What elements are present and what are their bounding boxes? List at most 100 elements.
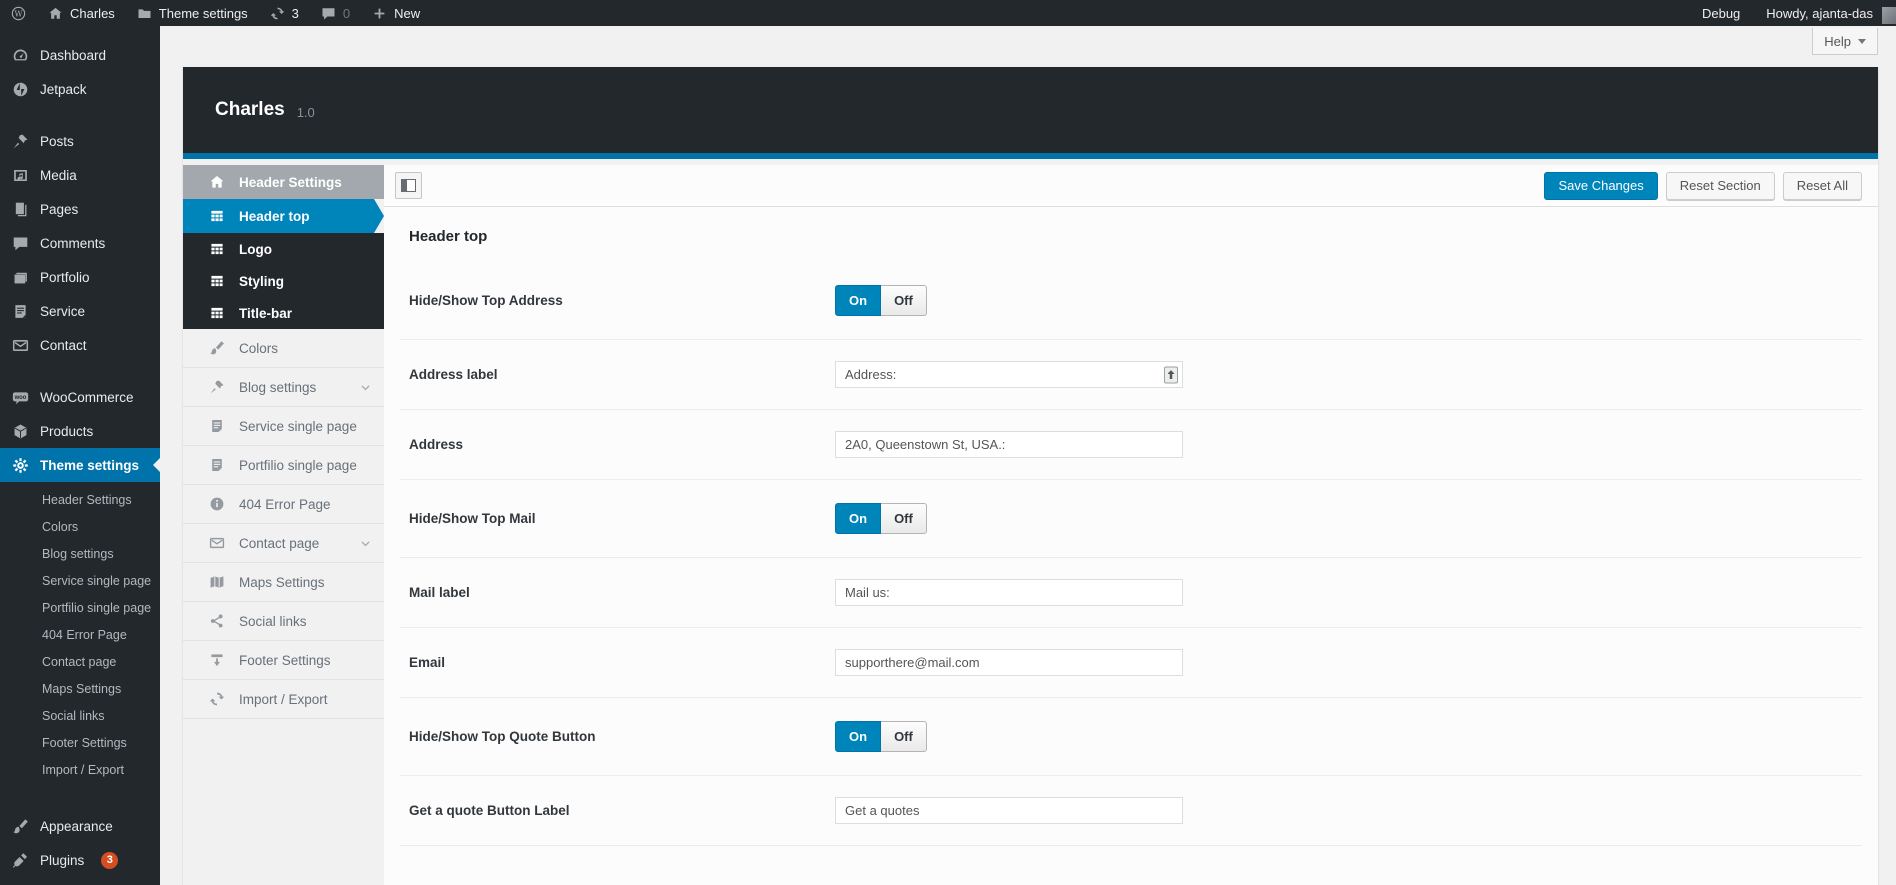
toggle-option-on[interactable]: On bbox=[835, 721, 881, 752]
service-icon bbox=[11, 303, 30, 320]
sidebar-item-contact[interactable]: Contact bbox=[0, 328, 160, 362]
input-address[interactable] bbox=[835, 431, 1183, 458]
field-label: Hide/Show Top Mail bbox=[400, 511, 835, 526]
panel-nav-item-colors[interactable]: Colors bbox=[183, 329, 384, 368]
theme-name: Charles bbox=[215, 99, 285, 121]
input-address-label[interactable] bbox=[835, 361, 1183, 388]
sidebar-submenu-item[interactable]: 404 Error Page bbox=[0, 622, 160, 649]
sidebar-item-products[interactable]: Products bbox=[0, 414, 160, 448]
sidebar-item-comments[interactable]: Comments bbox=[0, 226, 160, 260]
sidebar-submenu-item[interactable]: Colors bbox=[0, 514, 160, 541]
admin-bar-left: W Charles Theme settings 30New bbox=[0, 0, 431, 26]
update-count-badge: 3 bbox=[101, 852, 118, 869]
reset-section-button[interactable]: Reset Section bbox=[1666, 172, 1775, 200]
panel-nav-item-label: Contact page bbox=[239, 536, 319, 551]
sidebar-item-appearance[interactable]: Appearance bbox=[0, 809, 160, 843]
theme-banner: Charles 1.0 bbox=[183, 67, 1878, 159]
sidebar-item-users[interactable] bbox=[0, 877, 160, 885]
sidebar-submenu-item[interactable]: Social links bbox=[0, 703, 160, 730]
sidebar-submenu-item[interactable]: Footer Settings bbox=[0, 730, 160, 757]
field-row-address-label: Address label bbox=[400, 340, 1862, 410]
chevron-down-icon bbox=[1858, 39, 1866, 48]
input-email[interactable] bbox=[835, 649, 1183, 676]
admin-sidebar: Dashboard Jetpack PostsMediaPagesComments P… bbox=[0, 26, 160, 885]
sidebar-item-label: Contact bbox=[40, 338, 87, 353]
sidebar-submenu-item[interactable]: Contact page bbox=[0, 649, 160, 676]
sidebar-submenu-item[interactable]: Header Settings bbox=[0, 487, 160, 514]
adminbar-item-wp-logo[interactable]: W bbox=[0, 0, 37, 26]
sidebar-item-label: Portfolio bbox=[40, 270, 90, 285]
help-button-label: Help bbox=[1824, 34, 1851, 49]
panel-nav-item-styling[interactable]: Styling bbox=[183, 265, 384, 297]
sidebar-item-theme-settings[interactable]: Theme settings bbox=[0, 448, 160, 482]
sidebar-item-media[interactable]: Media bbox=[0, 158, 160, 192]
panel-nav-item-header-top[interactable]: Header top bbox=[183, 199, 384, 233]
adminbar-item-debug[interactable]: Debug bbox=[1689, 0, 1753, 26]
expand-options-button[interactable] bbox=[395, 172, 422, 199]
sidebar-item-dashboard[interactable]: Dashboard bbox=[0, 38, 160, 72]
toggle-option-off[interactable]: Off bbox=[881, 721, 927, 752]
sidebar-submenu-item[interactable]: Blog settings bbox=[0, 541, 160, 568]
sidebar-item-jetpack[interactable]: Jetpack bbox=[0, 72, 160, 106]
field-label: Address label bbox=[400, 367, 835, 382]
sidebar-item-service[interactable]: Service bbox=[0, 294, 160, 328]
info-icon bbox=[208, 496, 226, 512]
panel-nav-item-maps-settings[interactable]: Maps Settings bbox=[183, 563, 384, 602]
adminbar-item-theme-settings[interactable]: Theme settings bbox=[126, 0, 259, 26]
adminbar-item-site-name[interactable]: Charles bbox=[37, 0, 126, 26]
sidebar-submenu-item[interactable]: Service single page bbox=[0, 568, 160, 595]
panel-nav-item-header-settings[interactable]: Header Settings bbox=[183, 165, 384, 199]
chevron-down-icon bbox=[359, 537, 372, 550]
panel-nav-item-404-error-page[interactable]: 404 Error Page bbox=[183, 485, 384, 524]
input-mail-label[interactable] bbox=[835, 579, 1183, 606]
adminbar-item-label: Theme settings bbox=[159, 6, 248, 21]
svg-text:W: W bbox=[14, 9, 23, 18]
sidebar-item-label: WooCommerce bbox=[40, 390, 134, 405]
panel-nav-item-contact-page[interactable]: Contact page bbox=[183, 524, 384, 563]
toggle-option-off[interactable]: Off bbox=[881, 503, 927, 534]
sidebar-item-posts[interactable]: Posts bbox=[0, 124, 160, 158]
panel-nav-item-label: Logo bbox=[239, 242, 272, 257]
toggle-option-on[interactable]: On bbox=[835, 503, 881, 534]
svg-text:woo: woo bbox=[14, 395, 27, 401]
panel-nav-item-label: Blog settings bbox=[239, 380, 316, 395]
sidebar-item-plugins[interactable]: Plugins3 bbox=[0, 843, 160, 877]
sidebar-submenu-item[interactable]: Import / Export bbox=[0, 757, 160, 784]
panel-nav-item-title-bar[interactable]: Title-bar bbox=[183, 297, 384, 329]
layout-icon bbox=[208, 208, 226, 224]
panel-nav-item-social-links[interactable]: Social links bbox=[183, 602, 384, 641]
portfolio-icon bbox=[11, 269, 30, 286]
sidebar-item-pages[interactable]: Pages bbox=[0, 192, 160, 226]
sidebar-item-label: Dashboard bbox=[40, 48, 106, 63]
save-changes-button[interactable]: Save Changes bbox=[1544, 172, 1657, 200]
text-input-wrap bbox=[835, 579, 1183, 606]
sidebar-submenu-item[interactable]: Portfilio single page bbox=[0, 595, 160, 622]
toggle-option-on[interactable]: On bbox=[835, 285, 881, 316]
adminbar-item-my-account[interactable]: Howdy, ajanta-das bbox=[1753, 0, 1896, 26]
sidebar-group: Dashboard Jetpack bbox=[0, 38, 160, 106]
sidebar-submenu-item[interactable]: Maps Settings bbox=[0, 676, 160, 703]
panel-nav-item-label: Footer Settings bbox=[239, 653, 331, 668]
panel-nav-item-portfilio-single-page[interactable]: Portfilio single page bbox=[183, 446, 384, 485]
panel-nav-item-logo[interactable]: Logo bbox=[183, 233, 384, 265]
field-row-email: Email bbox=[400, 628, 1862, 698]
toggle-option-off[interactable]: Off bbox=[881, 285, 927, 316]
adminbar-item-updates[interactable]: 3 bbox=[259, 0, 310, 26]
sidebar-item-label: Products bbox=[40, 424, 93, 439]
input-get-a-quote-button-label[interactable] bbox=[835, 797, 1183, 824]
adminbar-item-new-content[interactable]: New bbox=[361, 0, 431, 26]
appearance-icon bbox=[11, 818, 30, 835]
sidebar-item-portfolio[interactable]: Portfolio bbox=[0, 260, 160, 294]
field-label: Address bbox=[400, 437, 835, 452]
map-icon bbox=[208, 574, 226, 590]
help-button[interactable]: Help bbox=[1812, 28, 1878, 55]
field-label: Hide/Show Top Address bbox=[400, 293, 835, 308]
panel-nav-item-label: Styling bbox=[239, 274, 284, 289]
reset-all-button[interactable]: Reset All bbox=[1783, 172, 1862, 200]
panel-nav-item-import-export[interactable]: Import / Export bbox=[183, 680, 384, 719]
panel-nav-item-footer-settings[interactable]: Footer Settings bbox=[183, 641, 384, 680]
panel-nav-item-service-single-page[interactable]: Service single page bbox=[183, 407, 384, 446]
adminbar-item-comments[interactable]: 0 bbox=[310, 0, 361, 26]
sidebar-item-woocommerce[interactable]: woo WooCommerce bbox=[0, 380, 160, 414]
panel-nav-item-blog-settings[interactable]: Blog settings bbox=[183, 368, 384, 407]
